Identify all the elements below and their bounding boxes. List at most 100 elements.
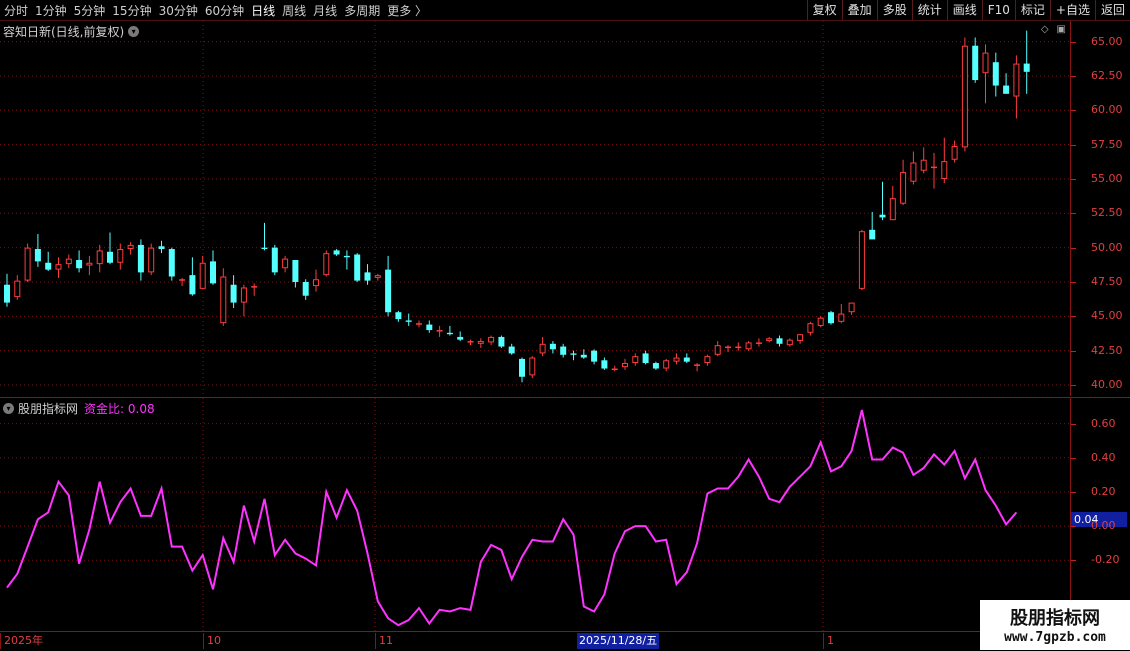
price-tick-label: 55.00 [1091,171,1123,185]
candle [1023,30,1030,94]
candle [797,334,804,344]
indicator-chart[interactable] [0,398,1070,632]
period-toolbar: 分时 1分钟 5分钟 15分钟 30分钟 60分钟 日线 周线 月线 多周期 更多 〉 复权 叠加 多股… [0,0,1130,21]
period-tab-3[interactable]: 15分钟 [112,2,151,19]
price-axis: 65.00 62.50 60.00 57.50 55.00 52.50 50.00 47.50… [1070,21,1130,396]
candle [755,338,762,347]
candle [848,302,855,315]
toolbar-button-7[interactable]: +自选 [1049,0,1095,20]
candle [168,247,175,281]
candle [426,320,433,333]
candle [683,353,690,364]
chevron-down-icon[interactable]: ▾ [3,403,14,414]
period-tab-1[interactable]: 1分钟 [35,2,67,19]
candle [858,229,865,291]
indicator-tick-label: 0.60 [1091,416,1116,430]
period-tab-2[interactable]: 5分钟 [74,2,106,19]
candle [972,37,979,83]
toolbar-button-2[interactable]: 多股 [876,0,912,20]
candle [519,357,525,383]
candle [55,257,62,278]
toolbar-button-1[interactable]: 叠加 [841,0,877,20]
candle [591,349,598,365]
candle [869,211,876,240]
toolbar-button-4[interactable]: 画线 [946,0,982,20]
price-tick-mark [1071,281,1076,283]
period-tab-9[interactable]: 多周期 [344,2,380,19]
period-tab-5[interactable]: 60分钟 [205,2,244,19]
candle [941,137,948,184]
candle [601,357,608,370]
toolbar-button-5[interactable]: F10 [981,0,1015,20]
candle [488,335,495,346]
candle [549,341,556,354]
candlestick-panel[interactable]: 容知日新(日线,前复权) ▾ ◇ ▣ [0,21,1070,396]
price-tick-mark [1071,75,1076,77]
period-tab-8[interactable]: 月线 [313,2,337,19]
price-tick-label: 60.00 [1091,103,1123,117]
candle [220,268,227,326]
date-label: 10 [203,633,221,649]
candle [457,331,464,342]
price-tick-mark [1071,350,1076,352]
toolbar-button-3[interactable]: 统计 [911,0,947,20]
indicator-panel[interactable]: ▾ 股朋指标网 资金比: 0.08 [0,397,1070,632]
toolbar-button-0[interactable]: 复权 [806,0,842,20]
toolbar-button-6[interactable]: 标记 [1014,0,1050,20]
candle [86,255,93,276]
candle [508,343,515,355]
candle [807,321,814,336]
window-icon[interactable]: ▣ [1057,24,1066,35]
candle [210,250,216,285]
candle [879,181,886,221]
candle [24,243,31,282]
indicator-tick-mark [1071,423,1076,425]
candle [65,254,72,269]
period-tab-10[interactable]: 更多 〉 [387,2,427,19]
candle [364,264,371,285]
candle [766,336,773,343]
candle [96,244,103,273]
indicator-title: ▾ 股朋指标网 资金比: 0.08 [3,400,155,417]
cursor-date-label: 2025/11/28/五 [577,633,660,649]
candle [961,37,968,152]
price-tick-label: 50.00 [1091,240,1123,254]
period-tab-7[interactable]: 周线 [282,2,306,19]
indicator-tick-label: -0.20 [1091,553,1120,567]
candle [529,356,536,379]
candle [302,279,309,300]
candle [313,269,319,292]
candle [354,253,361,282]
period-tab-0[interactable]: 分时 [4,2,28,19]
price-tick-mark [1071,385,1076,386]
indicator-value-label: 资金比: 0.08 [84,402,155,416]
indicator-tick-label: 0.20 [1091,484,1116,498]
period-tab-4[interactable]: 30分钟 [159,2,198,19]
candle [560,343,567,358]
date-label: 1 [823,633,834,649]
candle [632,353,639,366]
price-tick-mark [1071,144,1076,146]
period-tab-6[interactable]: 日线 [251,2,275,19]
candle [261,222,268,251]
candle [889,185,896,221]
candle [828,310,834,325]
price-tick-label: 57.50 [1091,137,1123,151]
candle [14,275,21,300]
candle [642,350,649,365]
candle [652,361,659,370]
candle [786,338,793,347]
price-tick-label: 47.50 [1091,274,1123,288]
candle [127,242,134,255]
price-tick-mark [1071,213,1076,215]
candle [45,251,52,271]
candlestick-chart[interactable] [0,21,1070,396]
candle [34,233,41,267]
indicator-tick-mark [1071,560,1076,562]
candle [282,255,289,273]
toolbar-button-8[interactable]: 返回 [1094,0,1130,20]
candle [230,275,237,309]
diamond-icon[interactable]: ◇ [1041,24,1049,35]
candle [817,316,824,328]
candle [477,338,484,348]
